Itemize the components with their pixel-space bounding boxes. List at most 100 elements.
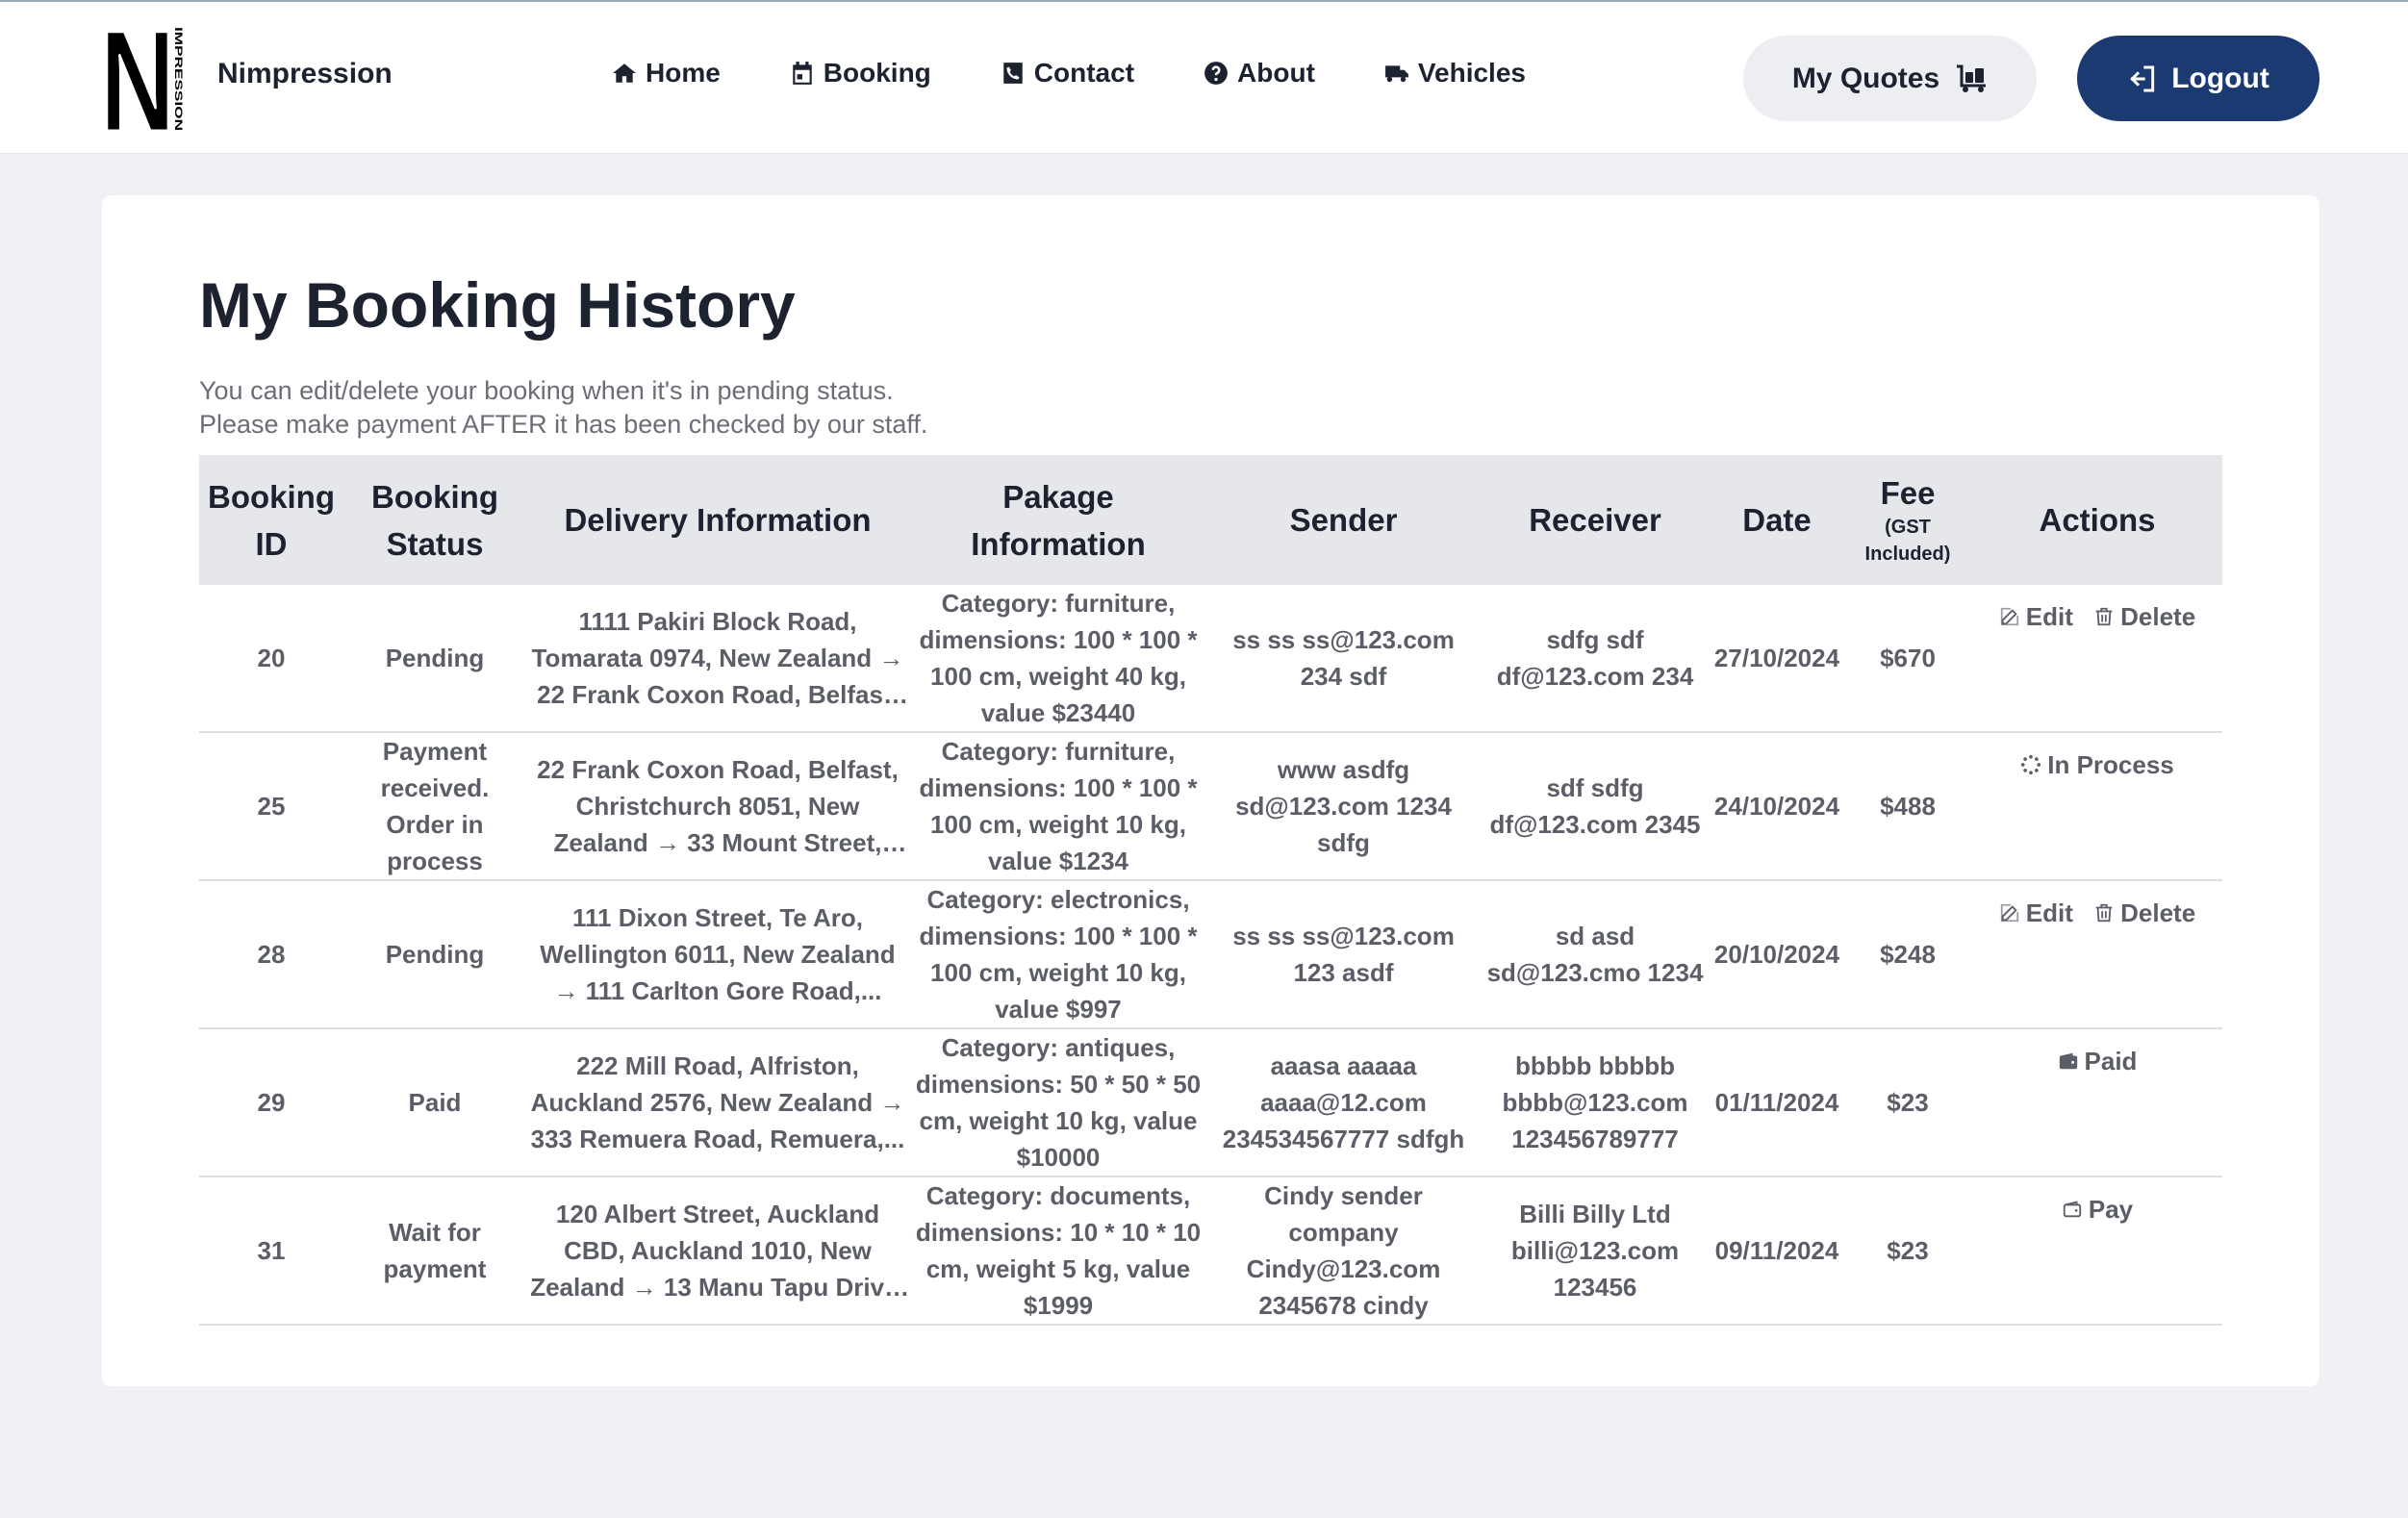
edit-label: Edit (2025, 602, 2073, 631)
logout-label: Logout (2171, 62, 2269, 94)
pay-label: Pay (2088, 1195, 2134, 1224)
nav-booking-label: Booking (823, 58, 931, 88)
cell-receiver: sd asd sd@123.cmo 1234 (1486, 922, 1704, 987)
nav-vehicles-label: Vehicles (1417, 58, 1526, 88)
delete-button[interactable]: Delete (2093, 895, 2195, 931)
nav-vehicles[interactable]: Vehicles (1384, 58, 1526, 89)
main-nav: Home Booking Contact About Vehicles (612, 58, 1595, 89)
spinner-icon (2021, 754, 2041, 775)
table-row: 20 Pending 1111 Pakiri Block Road, Tomar… (199, 585, 2222, 732)
table-row: 29 Paid 222 Mill Road, Alfriston, Auckla… (199, 1028, 2222, 1176)
table-body: 20 Pending 1111 Pakiri Block Road, Tomar… (199, 585, 2222, 1325)
edit-icon (2000, 903, 2018, 923)
cell-booking-id: 20 (257, 644, 286, 672)
cell-date: 27/10/2024 (1713, 644, 1840, 672)
brand-name[interactable]: Nimpression (217, 58, 393, 90)
nav-contact[interactable]: Contact (1001, 58, 1134, 89)
truck-icon (1384, 65, 1408, 83)
logo-side-text: IMPRESSION (172, 27, 184, 131)
cell-date: 09/11/2024 (1714, 1236, 1839, 1265)
cell-delivery: 22 Frank Coxon Road, Belfast, Christchur… (537, 755, 899, 857)
table-header-row: Booking ID Booking Status Delivery Informa… (199, 455, 2222, 585)
cell-delivery: 222 Mill Road, Alfriston, Auckland 2576,… (530, 1051, 905, 1153)
in-process-status: In Process (2020, 746, 2174, 783)
th-booking-id: Booking ID (208, 478, 335, 562)
cell-actions: Edit Delete (1972, 880, 2222, 1028)
cell-package: Category: furniture, dimensions: 100 * 1… (919, 589, 1198, 727)
nav-home[interactable]: Home (612, 58, 721, 89)
edit-button[interactable]: Edit (1999, 598, 2073, 635)
delete-button[interactable]: Delete (2093, 598, 2195, 635)
logout-icon (2130, 65, 2155, 91)
cell-actions: Edit Delete (1972, 585, 2222, 732)
home-icon (613, 63, 636, 83)
cell-fee: $23 (1887, 1088, 1929, 1117)
question-circle-icon (1204, 62, 1228, 85)
nav-about-label: About (1237, 58, 1315, 88)
edit-button[interactable]: Edit (1999, 895, 2073, 931)
cell-booking-id: 25 (257, 792, 286, 821)
cell-booking-status: Pending (385, 940, 485, 969)
cell-receiver: sdf sdfg df@123.com 2345 (1489, 773, 1701, 839)
th-delivery-information: Delivery Information (564, 502, 872, 538)
booking-history-card: My Booking History You can edit/delete y… (102, 195, 2319, 1386)
cell-package: Category: electronics, dimensions: 100 *… (919, 885, 1198, 1024)
cell-sender: Cindy sender company Cindy@123.com 23456… (1246, 1181, 1441, 1320)
cell-booking-status: Paid (408, 1088, 462, 1117)
cell-sender: aaasa aaaaa aaaa@12.com 234534567777 sdf… (1222, 1051, 1465, 1153)
delete-label: Delete (2120, 602, 2196, 631)
cell-actions: In Process (1972, 732, 2222, 880)
th-package-information: Pakage Information (971, 478, 1146, 562)
cell-fee: $488 (1880, 792, 1936, 821)
logout-button[interactable]: Logout (2077, 36, 2319, 121)
brand-logo[interactable]: N IMPRESSION (102, 23, 185, 135)
th-fee: Fee (GST Included) (1843, 455, 1972, 585)
nav-contact-label: Contact (1033, 58, 1135, 88)
page-title: My Booking History (199, 269, 796, 341)
table-header: Booking ID Booking Status Delivery Informa… (199, 455, 2222, 585)
trash-icon (2095, 607, 2113, 626)
phone-icon (1003, 63, 1023, 84)
edit-label: Edit (2025, 898, 2073, 927)
cell-booking-status: Payment received. Order in process (380, 737, 490, 875)
my-quotes-button[interactable]: My Quotes (1743, 36, 2037, 121)
th-fee-sub-2: Included) (1864, 543, 1951, 565)
nav-home-label: Home (646, 58, 721, 88)
cell-sender: www asdfg sd@123.com 1234 sdfg (1235, 755, 1452, 857)
cell-receiver: Billi Billy Ltd billi@123.com 123456 (1510, 1200, 1680, 1302)
pay-button[interactable]: Pay (2062, 1191, 2133, 1227)
cell-receiver: bbbbb bbbbb bbbb@123.com 123456789777 (1502, 1051, 1688, 1153)
cell-booking-id: 31 (257, 1236, 286, 1265)
trash-icon (2095, 903, 2113, 923)
cell-delivery: 1111 Pakiri Block Road, Tomarata 0974, N… (531, 607, 904, 709)
cell-date: 24/10/2024 (1713, 792, 1840, 821)
cell-sender: ss ss ss@123.com 234 sdf (1232, 625, 1455, 691)
notice-line-1: You can edit/delete your booking when it… (199, 376, 894, 405)
cell-delivery: 111 Dixon Street, Te Aro, Wellington 601… (540, 903, 896, 1005)
cell-fee: $248 (1880, 940, 1936, 969)
calendar-icon (793, 62, 812, 85)
navbar: N IMPRESSION Nimpression Home Booking Co… (0, 2, 2408, 154)
cell-date: 20/10/2024 (1713, 940, 1840, 969)
th-actions: Actions (2039, 502, 2156, 538)
th-date: Date (1742, 502, 1812, 538)
cell-booking-id: 28 (257, 940, 286, 969)
nav-booking[interactable]: Booking (790, 58, 931, 89)
th-receiver: Receiver (1529, 502, 1661, 538)
paid-status: Paid (2058, 1043, 2137, 1079)
cell-package: Category: antiques, dimensions: 50 * 50 … (915, 1033, 1202, 1172)
my-quotes-label: My Quotes (1791, 62, 1940, 94)
cell-receiver: sdfg sdf df@123.com 234 (1496, 625, 1694, 691)
cell-package: Category: furniture, dimensions: 100 * 1… (919, 737, 1198, 875)
cell-date: 01/11/2024 (1714, 1088, 1839, 1117)
wallet-outline-icon (2063, 1201, 2082, 1218)
th-fee-label: Fee (1880, 474, 1936, 511)
luggage-cart-icon (1957, 64, 1987, 92)
table-row: 25 Payment received. Order in process 22… (199, 732, 2222, 880)
cell-booking-status: Pending (385, 644, 485, 672)
table-row: 31 Wait for payment 120 Albert Street, A… (199, 1176, 2222, 1325)
cell-fee: $670 (1880, 644, 1936, 672)
th-fee-sub-1: (GST (1885, 516, 1931, 538)
nav-about[interactable]: About (1204, 58, 1315, 89)
cell-delivery: 120 Albert Street, Auckland CBD, Aucklan… (530, 1200, 905, 1302)
